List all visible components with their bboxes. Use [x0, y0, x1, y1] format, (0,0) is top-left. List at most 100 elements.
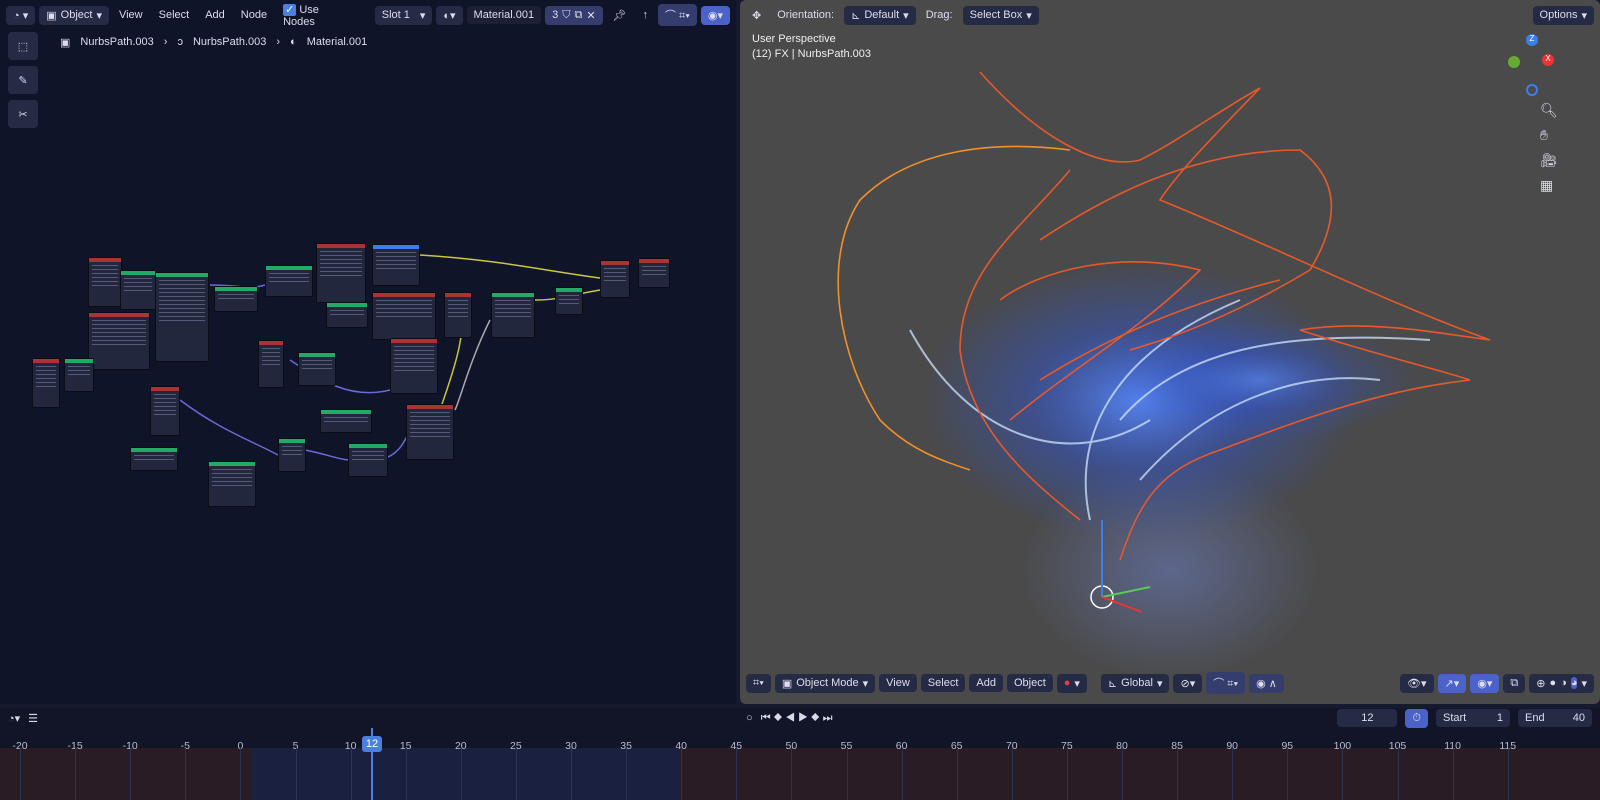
- shader-node[interactable]: [326, 302, 368, 328]
- object-color-icon[interactable]: ● ▾: [1056, 673, 1087, 693]
- view-name: User Perspective: [752, 33, 836, 45]
- shader-node-editor[interactable]: ◔ ▾ ▣ Object ▾ View Select Add Node ✓ Us…: [0, 0, 736, 704]
- shader-node[interactable]: [214, 286, 258, 312]
- proportional-edit-icon[interactable]: ◉ ∧: [1249, 673, 1284, 693]
- prev-keyframe-icon[interactable]: ◆: [774, 712, 786, 724]
- axis-neg-z[interactable]: [1526, 84, 1538, 96]
- shader-node[interactable]: [130, 447, 178, 471]
- visibility-icon[interactable]: 👁︎▾: [1400, 673, 1434, 693]
- shader-node[interactable]: [278, 438, 306, 472]
- timeline[interactable]: ◔▾ ☰ ○ ⏮◆◀▶◆⏭ 12 ⏱ Start 1 End 40 -20 -15 -10…: [0, 708, 1600, 800]
- transform-gizmo-icon[interactable]: ✥: [746, 6, 767, 25]
- snap-icon[interactable]: ⌒ ⌗▾: [1206, 672, 1246, 694]
- play-reverse-icon[interactable]: ◀: [785, 712, 798, 724]
- orientation-dropdown[interactable]: ⊾ Default ▾: [844, 5, 916, 25]
- rendered-icon[interactable]: ◕: [1570, 677, 1578, 689]
- menu-icon[interactable]: ☰: [28, 712, 38, 725]
- start-label: Start: [1443, 712, 1467, 724]
- axis-z[interactable]: Z: [1526, 34, 1538, 46]
- shader-node[interactable]: [406, 404, 454, 460]
- jump-end-icon[interactable]: ⏭: [823, 712, 836, 724]
- zoom-icon[interactable]: 🔍︎: [1540, 102, 1558, 119]
- drag-dropdown[interactable]: Select Box ▾: [962, 5, 1039, 25]
- wireframe-icon[interactable]: ⊕: [1536, 677, 1545, 690]
- timeline-area[interactable]: -20 -15 -10 -5 0 5 10 15 20 25 30 35 40 45 50 55 60 65 70 7…: [0, 728, 1600, 800]
- shader-node[interactable]: [120, 270, 156, 310]
- grid-line: [571, 748, 572, 800]
- grid-line: [901, 748, 903, 800]
- editor-type-button[interactable]: ⌗▾: [746, 673, 771, 693]
- shader-node[interactable]: [600, 260, 630, 298]
- grid-line: [515, 748, 517, 800]
- shader-node[interactable]: [316, 243, 366, 303]
- playhead-frame-label[interactable]: 12: [362, 736, 382, 752]
- camera-icon[interactable]: 🎥︎: [1540, 152, 1558, 169]
- shader-node[interactable]: [638, 258, 670, 288]
- shader-node[interactable]: [155, 272, 209, 362]
- playback-controls: ⏮◆◀▶◆⏭: [761, 712, 836, 725]
- navigation-gizmo[interactable]: Z X: [1500, 30, 1570, 100]
- orientation-label: Orientation:: [777, 9, 835, 21]
- material-preview-icon[interactable]: ◑: [1560, 677, 1567, 689]
- menu-object[interactable]: Object: [1006, 674, 1053, 692]
- shader-node[interactable]: [88, 257, 122, 307]
- options-dropdown[interactable]: Options ▾: [1532, 5, 1594, 25]
- current-frame-field[interactable]: 12: [1337, 709, 1398, 727]
- 3d-viewport[interactable]: ✥ Orientation: ⊾ Default ▾ Drag: Select …: [740, 0, 1600, 704]
- grid-line: [1122, 748, 1123, 800]
- shader-node[interactable]: [265, 265, 313, 297]
- jump-start-icon[interactable]: ⏮: [761, 712, 774, 724]
- pivot-icon[interactable]: ⊘▾: [1173, 673, 1203, 693]
- grid-line: [1507, 748, 1509, 800]
- active-object-info: (12) FX | NurbsPath.003: [752, 48, 872, 60]
- viewport-scene: [837, 71, 1491, 680]
- play-icon[interactable]: ▶: [798, 712, 811, 724]
- shader-node[interactable]: [208, 461, 256, 507]
- xray-icon[interactable]: ⧉: [1503, 673, 1526, 693]
- axis-y[interactable]: [1508, 56, 1520, 68]
- end-frame-field[interactable]: End 40: [1518, 709, 1592, 727]
- menu-select[interactable]: Select: [920, 674, 966, 692]
- transform-orientation-dropdown[interactable]: ⊾ Global ▾: [1100, 673, 1170, 693]
- shader-node[interactable]: [64, 358, 94, 392]
- editor-type-icon[interactable]: ◔▾: [8, 712, 20, 725]
- shader-node[interactable]: [372, 292, 436, 340]
- shader-node[interactable]: [348, 443, 388, 477]
- mode-dropdown[interactable]: ▣ Object Mode ▾: [774, 673, 876, 693]
- shader-node[interactable]: [555, 287, 583, 315]
- mode-label: Object Mode: [796, 677, 859, 689]
- grid-line: [1397, 748, 1399, 800]
- grid-line: [1287, 748, 1289, 800]
- viewport-header: ✥ Orientation: ⊾ Default ▾ Drag: Select …: [740, 0, 1600, 30]
- pan-hand-icon[interactable]: ✋︎: [1540, 127, 1558, 144]
- record-icon[interactable]: ○: [746, 712, 753, 724]
- shading-modes[interactable]: ⊕ ● ◑ ◕ ▾: [1529, 673, 1594, 693]
- grid-line: [1066, 748, 1068, 800]
- grid-line: [405, 748, 407, 800]
- shader-node[interactable]: [258, 340, 284, 388]
- shader-node[interactable]: [320, 409, 372, 433]
- menu-add[interactable]: Add: [969, 674, 1003, 692]
- solid-icon[interactable]: ●: [1550, 677, 1557, 689]
- gizmo-toggle-icon[interactable]: ↗▾: [1437, 673, 1467, 693]
- menu-view[interactable]: View: [879, 674, 917, 692]
- orientation-value: Default: [864, 9, 900, 21]
- start-frame-field[interactable]: Start 1: [1436, 709, 1510, 727]
- navigation-controls: 🔍︎ ✋︎ 🎥︎ ▦: [1540, 102, 1558, 194]
- shader-node[interactable]: [88, 312, 150, 370]
- shader-node[interactable]: [298, 352, 336, 386]
- grid-icon[interactable]: ▦: [1540, 177, 1558, 194]
- next-keyframe-icon[interactable]: ◆: [811, 712, 823, 724]
- shader-node[interactable]: [444, 292, 472, 338]
- axis-x[interactable]: X: [1542, 54, 1554, 66]
- preview-range-icon[interactable]: ⏱: [1405, 708, 1428, 728]
- grid-line: [185, 748, 187, 800]
- shader-node[interactable]: [372, 244, 420, 286]
- shader-node[interactable]: [32, 358, 60, 408]
- end-value: 40: [1572, 712, 1585, 724]
- shader-node[interactable]: [390, 338, 438, 394]
- shader-node[interactable]: [491, 292, 535, 338]
- shader-node[interactable]: [150, 386, 180, 436]
- overlay-toggle-icon[interactable]: ◉▾: [1470, 673, 1500, 693]
- grid-line: [681, 748, 683, 800]
